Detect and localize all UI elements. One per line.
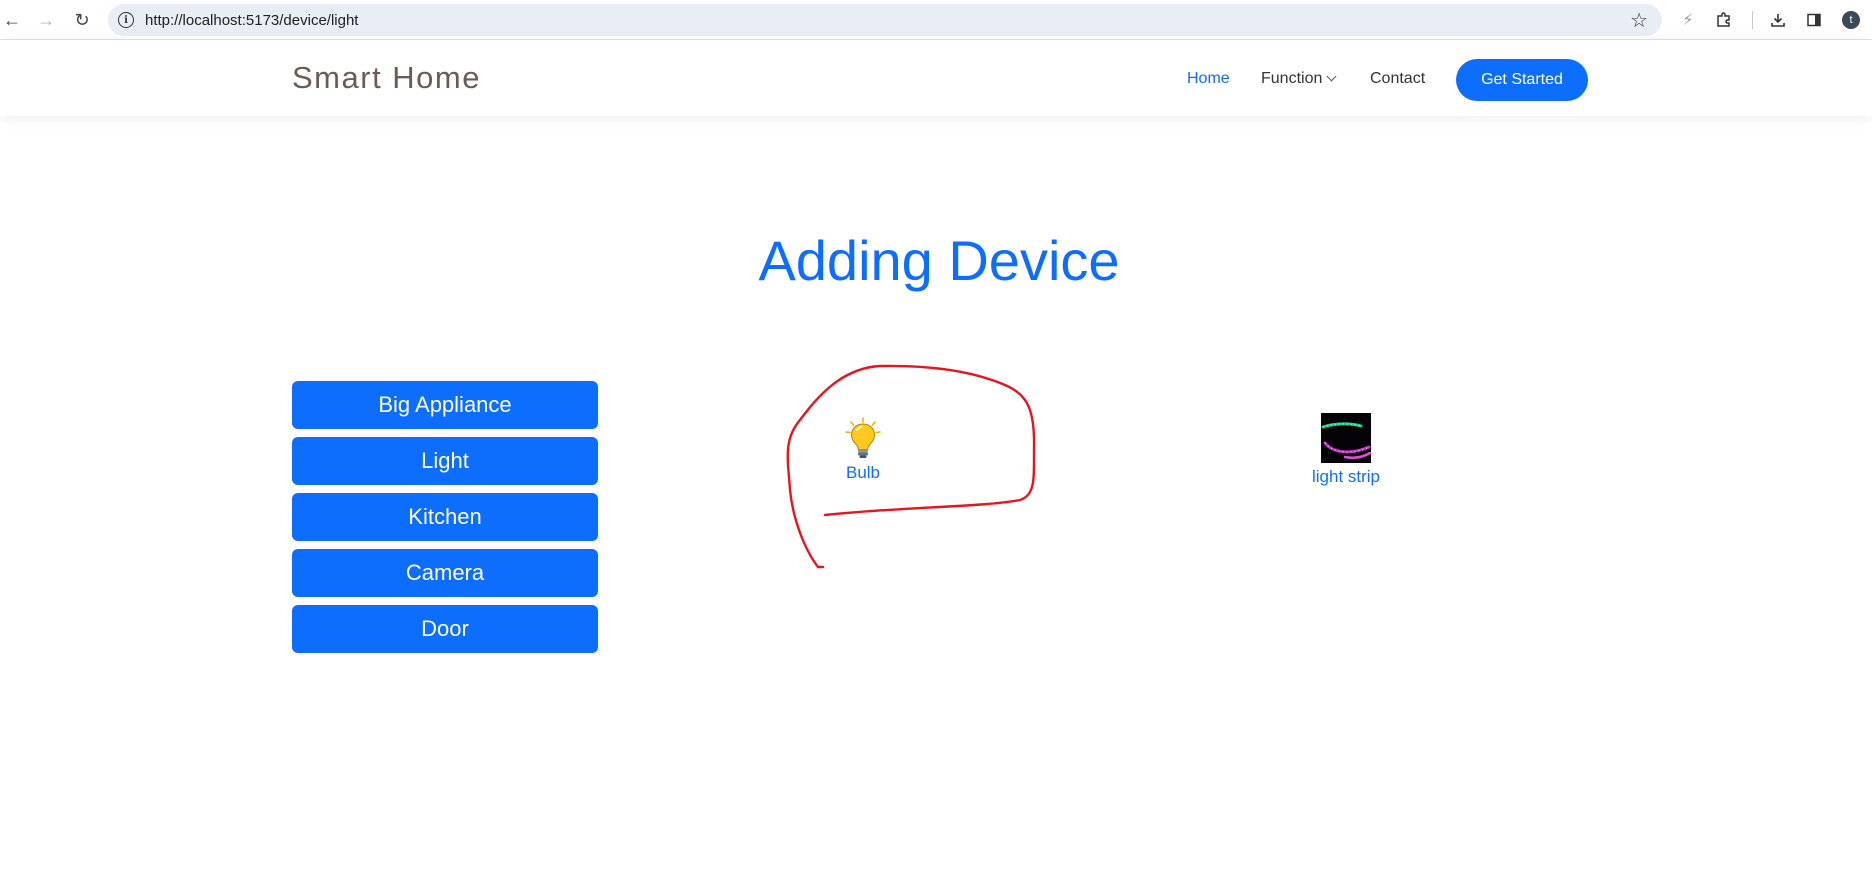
- side-panel-icon[interactable]: [1802, 8, 1826, 32]
- nav-contact[interactable]: Contact: [1370, 70, 1425, 88]
- chevron-down-icon: [1326, 71, 1337, 82]
- back-icon[interactable]: ←: [0, 8, 24, 32]
- device-bulb-label: Bulb: [845, 463, 881, 482]
- extensions-icon[interactable]: [1712, 8, 1736, 32]
- device-light-strip-label: light strip: [1311, 467, 1381, 486]
- address-bar[interactable]: i http://localhost:5173/device/light ☆: [108, 4, 1662, 36]
- profile-avatar[interactable]: t: [1842, 11, 1860, 29]
- device-light-strip[interactable]: light strip: [1304, 413, 1388, 487]
- forward-icon[interactable]: →: [34, 8, 58, 32]
- category-list: Big Appliance Light Kitchen Camera Door: [292, 381, 598, 661]
- device-bulb[interactable]: Bulb: [842, 417, 884, 483]
- category-light-button[interactable]: Light: [292, 437, 598, 485]
- url-text[interactable]: http://localhost:5173/device/light: [145, 12, 358, 29]
- annotation-circle: [786, 364, 1036, 569]
- toolbar-divider: [1752, 11, 1753, 29]
- category-door-button[interactable]: Door: [292, 605, 598, 653]
- reload-icon[interactable]: ↻: [70, 8, 94, 32]
- lightbulb-icon: [845, 417, 881, 458]
- download-icon[interactable]: [1766, 8, 1790, 32]
- page-title: Adding Device: [758, 229, 1120, 292]
- category-big-appliance-button[interactable]: Big Appliance: [292, 381, 598, 429]
- led-strip-thumbnail: [1321, 413, 1371, 463]
- lightning-icon[interactable]: ⚡: [1676, 8, 1700, 32]
- browser-toolbar: ← → ↻ i http://localhost:5173/device/lig…: [0, 0, 1872, 40]
- category-kitchen-button[interactable]: Kitchen: [292, 493, 598, 541]
- site-info-icon[interactable]: i: [118, 12, 134, 28]
- category-camera-button[interactable]: Camera: [292, 549, 598, 597]
- nav-function-label: Function: [1261, 70, 1323, 87]
- get-started-button[interactable]: Get Started: [1456, 59, 1588, 101]
- site-header: Smart Home Home Function Contact Get Sta…: [0, 40, 1872, 116]
- nav-function[interactable]: Function: [1261, 70, 1337, 88]
- bookmark-star-icon[interactable]: ☆: [1630, 8, 1648, 33]
- brand-logo[interactable]: Smart Home: [292, 60, 481, 96]
- nav-home[interactable]: Home: [1187, 70, 1230, 88]
